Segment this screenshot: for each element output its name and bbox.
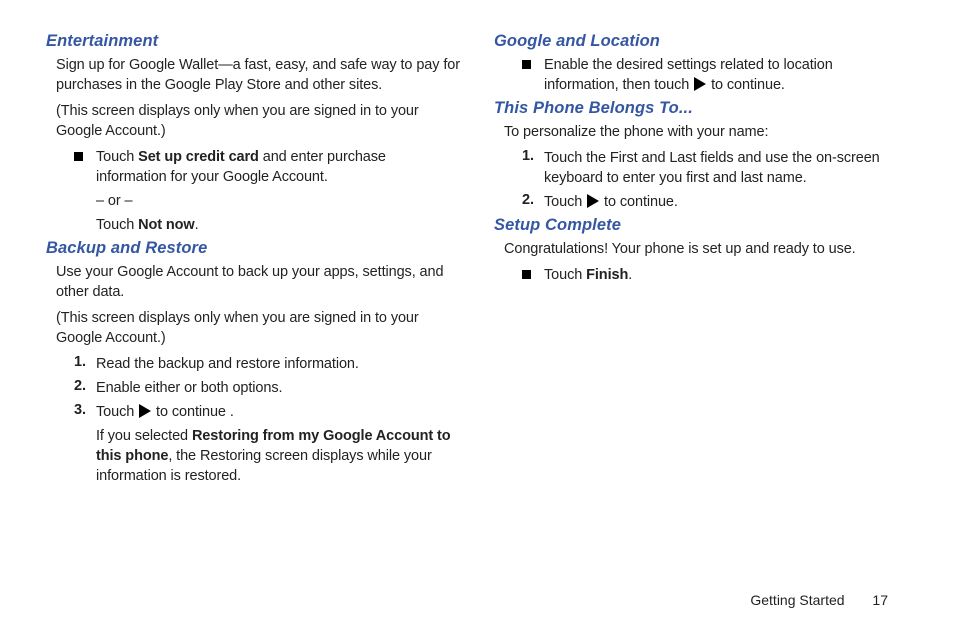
footer-section-name: Getting Started — [750, 592, 844, 608]
text-part: to continue. — [600, 194, 678, 210]
heading-google-location: Google and Location — [494, 32, 908, 51]
continue-arrow-icon — [587, 194, 599, 208]
not-now-label: Not now — [138, 217, 194, 233]
right-column: Google and Location Enable the desired s… — [494, 32, 908, 490]
heading-entertainment: Entertainment — [46, 32, 460, 51]
text-part: Touch — [96, 217, 138, 233]
step-number: 2. — [522, 192, 544, 208]
backup-step-1: 1. Read the backup and restore informati… — [74, 354, 460, 374]
step-text: Touch the First and Last fields and use … — [544, 148, 908, 188]
continue-arrow-icon — [694, 77, 706, 91]
text-part: Touch — [544, 194, 586, 210]
square-bullet-icon — [522, 60, 531, 69]
backup-step-3: 3. Touch to continue . — [74, 402, 460, 422]
step-text: Enable either or both options. — [96, 378, 460, 398]
entertainment-bullet-1-text: Touch Set up credit card and enter purch… — [96, 147, 460, 187]
location-bullet-1-text: Enable the desired settings related to l… — [544, 55, 908, 95]
setup-complete-bullet-1: Touch Finish. — [522, 265, 908, 285]
step-text: Read the backup and restore information. — [96, 354, 460, 374]
heading-this-phone-belongs-to: This Phone Belongs To... — [494, 99, 908, 118]
text-part: If you selected — [96, 428, 192, 444]
belongs-step-2: 2. Touch to continue. — [522, 192, 908, 212]
square-bullet-icon — [522, 270, 531, 279]
step-number: 1. — [522, 148, 544, 164]
text-part: . — [628, 267, 632, 283]
step-number: 2. — [74, 378, 96, 394]
location-bullet-1: Enable the desired settings related to l… — [522, 55, 908, 95]
backup-step-3-note: If you selected Restoring from my Google… — [96, 426, 460, 486]
finish-label: Finish — [586, 267, 628, 283]
footer-page-number: 17 — [872, 592, 888, 608]
setup-complete-bullet-1-text: Touch Finish. — [544, 265, 908, 285]
text-part: Touch — [96, 149, 138, 165]
step-number: 1. — [74, 354, 96, 370]
manual-page: Entertainment Sign up for Google Wallet—… — [0, 0, 954, 636]
text-part: Touch — [544, 267, 586, 283]
page-footer: Getting Started 17 — [750, 592, 888, 608]
or-separator: – or – — [96, 191, 460, 211]
backup-p1: Use your Google Account to back up your … — [56, 262, 460, 302]
set-up-credit-card-label: Set up credit card — [138, 149, 259, 165]
two-column-layout: Entertainment Sign up for Google Wallet—… — [46, 32, 908, 490]
heading-setup-complete: Setup Complete — [494, 216, 908, 235]
entertainment-p2: (This screen displays only when you are … — [56, 101, 460, 141]
step-text: Touch to continue . — [96, 402, 460, 422]
text-part: to continue. — [707, 77, 785, 93]
square-bullet-icon — [74, 152, 83, 161]
step-number: 3. — [74, 402, 96, 418]
text-part: . — [195, 217, 199, 233]
text-part: to continue . — [152, 404, 234, 420]
text-part: Touch — [96, 404, 138, 420]
continue-arrow-icon — [139, 404, 151, 418]
entertainment-bullet-1: Touch Set up credit card and enter purch… — [74, 147, 460, 187]
belongs-p1: To personalize the phone with your name: — [504, 122, 908, 142]
heading-backup-restore: Backup and Restore — [46, 239, 460, 258]
text-part: Enable the desired settings related to l… — [544, 57, 833, 93]
step-text: Touch to continue. — [544, 192, 908, 212]
left-column: Entertainment Sign up for Google Wallet—… — [46, 32, 460, 490]
setup-complete-p1: Congratulations! Your phone is set up an… — [504, 239, 908, 259]
belongs-step-1: 1. Touch the First and Last fields and u… — [522, 148, 908, 188]
backup-p2: (This screen displays only when you are … — [56, 308, 460, 348]
entertainment-p1: Sign up for Google Wallet—a fast, easy, … — [56, 55, 460, 95]
entertainment-not-now-line: Touch Not now. — [96, 215, 460, 235]
backup-step-2: 2. Enable either or both options. — [74, 378, 460, 398]
